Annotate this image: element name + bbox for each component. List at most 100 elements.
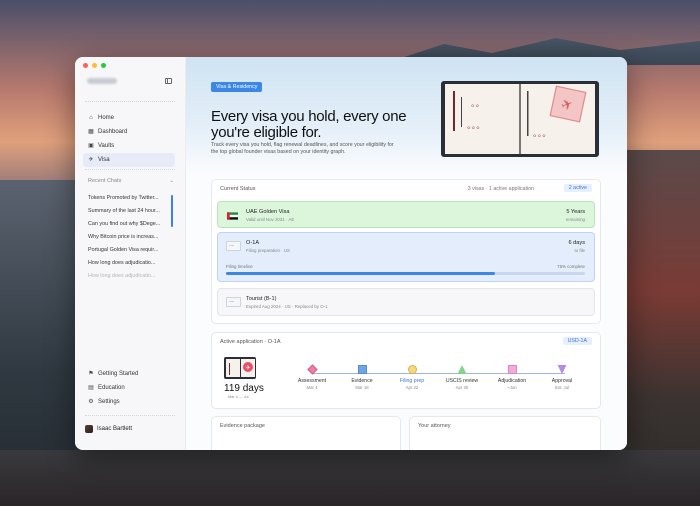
nav-label: Dashboard <box>98 129 128 135</box>
step-marker-icon <box>557 365 567 374</box>
nav-item-visa[interactable]: ✈ Visa <box>83 153 175 167</box>
current-status-summary: 3 visas · 1 active application <box>467 186 534 192</box>
recent-chats-label: Recent Chats <box>88 178 122 184</box>
section-tag: Visa & Residency <box>211 82 263 92</box>
main-nav: ⌂ Home ▦ Dashboard ▣ Vaults ✈ Visa <box>83 111 175 167</box>
visa-remaining-label: remaining <box>565 217 585 222</box>
step-date: Mar 18 <box>355 385 369 390</box>
visa-remaining-value: 5 Years <box>566 209 585 215</box>
zoom-window-button[interactable] <box>101 63 106 68</box>
timeline-step[interactable]: Adjudication ~Jun <box>492 365 532 390</box>
document-icon <box>226 241 241 251</box>
progress-label: Filing timeline <box>226 264 253 269</box>
step-label: Adjudication <box>497 378 527 384</box>
timeline-step[interactable]: Assessment Mar 4 <box>292 364 332 390</box>
progress-fill <box>226 272 496 275</box>
visa-title: O-1A <box>246 240 260 246</box>
nav-label: Visa <box>98 157 110 163</box>
svg-text:✿ ✿ ✿: ✿ ✿ ✿ <box>467 125 480 130</box>
nav-item-education[interactable]: ▤ Education <box>83 381 175 395</box>
visa-days-value: 6 days <box>568 240 585 246</box>
chevron-down-icon: ⌄ <box>169 178 174 184</box>
attorney-card: Your attorney <box>409 416 601 450</box>
visa-days-label: to file <box>574 248 586 253</box>
timeline-step[interactable]: Filing prep Apr 22 <box>392 365 432 390</box>
visa-row-tourist[interactable]: Tourist (B-1) Expired Aug 2024 · US · Re… <box>217 288 595 316</box>
visa-row-o1a[interactable]: O-1A Filing preparation · US 6 days to f… <box>217 232 595 282</box>
user-profile[interactable]: Isaac Bartlett <box>85 425 132 433</box>
uae-flag-icon <box>227 212 238 220</box>
recent-chat-item[interactable]: How long does adjudicatio... <box>83 270 173 283</box>
bottom-nav: ⚑ Getting Started ▤ Education ⚙ Settings <box>83 367 175 409</box>
svg-text:✿ ✿ ✿: ✿ ✿ ✿ <box>533 133 546 138</box>
sidebar-toggle-icon[interactable] <box>165 78 172 84</box>
step-marker-icon <box>306 364 318 375</box>
step-marker-icon <box>507 365 517 374</box>
visa-title: UAE Golden Visa <box>246 209 290 215</box>
nav-item-getting-started[interactable]: ⚑ Getting Started <box>83 367 175 381</box>
active-application-title: Active application · O-1A <box>220 339 281 345</box>
current-status-title: Current Status <box>220 186 256 192</box>
step-date: Mar 4 <box>306 385 318 390</box>
timeline-step[interactable]: USCIS review Apr 30 <box>442 365 482 390</box>
visa-row-uae[interactable]: UAE Golden Visa Valid until Nov 2031 · A… <box>217 201 595 228</box>
days-elapsed: 119 days <box>224 383 264 394</box>
evidence-package-title: Evidence package <box>220 423 265 429</box>
recent-chats-header[interactable]: Recent Chats ⌄ <box>88 178 174 184</box>
recent-chat-item[interactable]: Can you find out why $Dege... <box>83 218 173 231</box>
svg-text:✈: ✈ <box>246 365 251 372</box>
step-marker-icon <box>407 365 417 374</box>
recent-chat-item[interactable]: Summary of the last 24 hour... <box>83 205 173 218</box>
step-marker-icon <box>357 365 367 374</box>
minimize-window-button[interactable] <box>92 63 97 68</box>
gear-icon: ⚙ <box>88 399 94 405</box>
plane-icon: ✈ <box>88 157 94 163</box>
grid-icon: ▦ <box>88 129 94 135</box>
close-window-button[interactable] <box>83 63 88 68</box>
timeline-step[interactable]: Evidence Mar 18 <box>342 365 382 390</box>
nav-label: Vaults <box>98 143 115 149</box>
nav-item-vaults[interactable]: ▣ Vaults <box>83 139 175 153</box>
nav-item-settings[interactable]: ⚙ Settings <box>83 395 175 409</box>
recent-chats-scrollbar[interactable] <box>171 195 173 227</box>
sidebar: ⌂ Home ▦ Dashboard ▣ Vaults ✈ Visa Recen… <box>75 57 186 450</box>
recent-chats-list: Tokens Promoted by Twitter... Summary of… <box>83 192 173 283</box>
sidebar-divider <box>85 415 175 416</box>
sidebar-divider <box>85 101 175 102</box>
visa-subtitle: Filing preparation · US <box>246 248 290 253</box>
timeline-step[interactable]: Approval Est. Jul <box>542 365 582 390</box>
sidebar-divider <box>85 169 175 170</box>
nav-label: Getting Started <box>98 371 139 377</box>
document-icon <box>226 297 241 307</box>
step-label: Evidence <box>351 378 373 384</box>
flag-icon: ⚑ <box>88 371 94 377</box>
page-title: Every visa you hold, every one you're el… <box>211 108 407 142</box>
window-controls <box>83 63 106 68</box>
step-label: USCIS review <box>445 378 479 384</box>
home-icon: ⌂ <box>89 115 93 121</box>
nav-item-dashboard[interactable]: ▦ Dashboard <box>83 125 175 139</box>
evidence-package-card: Evidence package <box>211 416 401 450</box>
active-count-badge: 2 active <box>563 184 592 192</box>
visa-subtitle: Expired Aug 2024 · US · Replaced by O-1 <box>246 304 328 309</box>
step-date: Apr 22 <box>405 385 419 390</box>
nav-item-home[interactable]: ⌂ Home <box>83 111 175 125</box>
passport-thumbnail-icon: ✈ <box>224 357 256 379</box>
step-date: ~Jun <box>507 385 517 390</box>
recent-chat-item[interactable]: Tokens Promoted by Twitter... <box>83 192 173 205</box>
recent-chat-item[interactable]: How long does adjudicatio... <box>83 257 173 270</box>
user-name: Isaac Bartlett <box>97 426 133 432</box>
visa-title: Tourist (B-1) <box>246 296 277 302</box>
nav-label: Home <box>98 115 115 121</box>
current-status-card: Current Status 3 visas · 1 active applic… <box>211 179 601 324</box>
visa-subtitle: Valid until Nov 2031 · AE <box>246 217 295 222</box>
active-application-card: Active application · O-1A USD-1A ✈ 119 d… <box>211 332 601 409</box>
recent-chat-item[interactable]: Portugal Golden Visa requir... <box>83 244 173 257</box>
recent-chat-item[interactable]: Why Bitcoin price is increas... <box>83 231 173 244</box>
step-label: Assessment <box>297 378 327 384</box>
app-window: ⌂ Home ▦ Dashboard ▣ Vaults ✈ Visa Recen… <box>75 57 627 450</box>
book-icon: ▤ <box>88 385 94 391</box>
application-code-badge: USD-1A <box>562 337 592 345</box>
step-label: Approval <box>551 378 573 384</box>
passport-illustration: ✿ ✿ ✿ ✿ ✿ ✈ ✿ ✿ ✿ <box>441 81 599 157</box>
